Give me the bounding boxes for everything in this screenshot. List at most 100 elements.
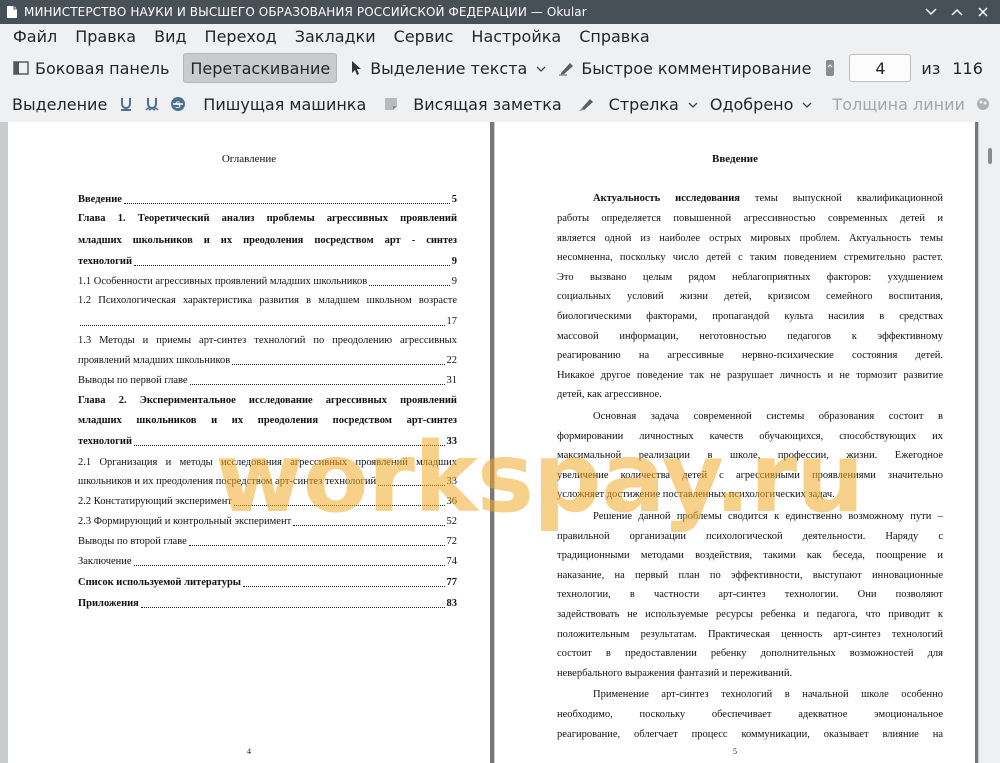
menu-bar: Файл Правка Вид Переход Закладки Сервис …: [0, 24, 1000, 50]
menu-file[interactable]: Файл: [4, 25, 66, 49]
vertical-scrollbar[interactable]: [978, 122, 1000, 763]
body-text-line: невербального выражения фантазий и переж…: [557, 667, 793, 679]
body-text-line: биологическими факторами, пропагандой ку…: [557, 311, 943, 322]
toc-entry[interactable]: Заключение 74: [78, 555, 457, 569]
toc-entry-line: младших школьников и их преодоления поср…: [78, 235, 457, 246]
chevron-down-icon[interactable]: [924, 5, 938, 19]
toc-entry-line: Глава 2. Экспериментальное исследование …: [78, 395, 457, 406]
toc-entry[interactable]: 1.1 Особенности агрессивных проявлений м…: [78, 275, 457, 289]
toc-entry[interactable]: Список используемой литературы 77: [78, 576, 457, 590]
toc-heading: Оглавление: [221, 153, 277, 165]
body-text-line: является одной из наиболее острых мировы…: [557, 232, 943, 244]
document-viewport[interactable]: Оглавление Введение 5 Глава 1. Теоретичес…: [0, 122, 1000, 763]
line-width-button[interactable]: Толщина линии: [826, 89, 971, 119]
squiggle-button[interactable]: [139, 89, 165, 119]
stamp-label: Одобрено: [709, 94, 794, 114]
menu-view[interactable]: Вид: [145, 25, 195, 49]
toc-entry[interactable]: проявлений младших школьников 22: [78, 354, 457, 368]
toc-entry[interactable]: Выводы по первой главе 31: [78, 374, 457, 388]
toc-entry[interactable]: 17: [78, 315, 457, 329]
toc-entry[interactable]: технологий 9: [78, 255, 457, 269]
quick-comment-button[interactable]: Быстрое комментирование: [552, 53, 817, 83]
body-text-line: правильной организации психологической д…: [557, 530, 943, 542]
body-text-line: несомненна, поскольку число детей с таки…: [557, 252, 943, 264]
brush-icon: [578, 95, 596, 113]
toc-entry-line: 2.1 Организация и методы исследования аг…: [78, 457, 457, 468]
body-text-line: детей, как агрессивное.: [557, 389, 662, 401]
body-text-line: реагированию на агрессивные нервно-психи…: [557, 350, 943, 362]
toc-entry[interactable]: Введение 5: [78, 193, 457, 207]
color-button[interactable]: [971, 89, 995, 119]
close-icon[interactable]: [976, 5, 990, 19]
body-text-line: Актуальность исследования темы выпускной…: [593, 193, 943, 204]
sidebar-icon: [12, 59, 30, 77]
body-text-line: Это вызвано целым рядом неблагоприятных …: [557, 271, 943, 283]
body-text-line: Основная задача современной системы обра…: [593, 411, 943, 422]
body-text-line: наказание, на первый план по эффективнос…: [557, 569, 943, 581]
menu-edit[interactable]: Правка: [66, 25, 145, 49]
squiggle-underline-icon: [143, 95, 161, 113]
quick-comment-label: Быстрое комментирование: [581, 58, 812, 78]
sidebar-button[interactable]: Боковая панель: [6, 53, 175, 83]
note-icon: [382, 95, 400, 113]
body-text-line: увеличение количества детей с агрессивны…: [557, 469, 943, 481]
body-text-line: формировании личностных качеств обучающи…: [557, 430, 943, 442]
previous-page-button[interactable]: [817, 53, 843, 83]
drag-mode-label: Перетаскивание: [190, 58, 331, 78]
body-text-line: массовой информации, неготовностью педаг…: [557, 330, 943, 342]
toc-entry[interactable]: Приложения 83: [78, 597, 457, 611]
svg-text:S: S: [175, 101, 181, 111]
chevron-down-icon[interactable]: [688, 98, 698, 111]
toc-entry-line: Глава 1. Теоретический анализ проблемы а…: [78, 213, 457, 224]
chevron-down-icon[interactable]: [536, 62, 546, 75]
page-number: 5: [733, 747, 737, 756]
opacity-button[interactable]: [995, 89, 1000, 119]
menu-bookmarks[interactable]: Закладки: [286, 25, 385, 49]
body-text-line: работы определяется повышенной агрессивн…: [557, 213, 943, 224]
menu-tools[interactable]: Сервис: [385, 25, 463, 49]
stamp-button[interactable]: Одобрено: [704, 89, 819, 119]
menu-go[interactable]: Переход: [196, 25, 286, 49]
underline-button[interactable]: [113, 89, 139, 119]
toc-entry[interactable]: Выводы по второй главе 72: [78, 535, 457, 549]
typewriter-button[interactable]: Пишущая машинка: [197, 89, 372, 119]
text-select-button[interactable]: Выделение текста: [341, 53, 552, 83]
body-text-line: технологии, в частности арт-синтез техно…: [557, 589, 943, 601]
toc-entry[interactable]: 2.3 Формирующий и контрольный эксперимен…: [78, 515, 457, 529]
intro-heading: Введение: [711, 153, 759, 165]
total-pages: 116: [952, 58, 983, 78]
document-page-4: Оглавление Введение 5 Глава 1. Теоретичес…: [8, 122, 490, 763]
body-text-line: традиционными методами воздействия, таки…: [557, 550, 943, 562]
drag-mode-button[interactable]: Перетаскивание: [183, 53, 338, 83]
menu-settings[interactable]: Настройка: [462, 25, 570, 49]
underline-icon: [117, 95, 135, 113]
body-text-line: Никакое другое поведение так не разрушае…: [557, 369, 943, 381]
scrollbar-thumb[interactable]: [988, 148, 992, 164]
page-shadow: [490, 122, 494, 763]
pen-icon: [558, 59, 576, 77]
toc-entry-line: младших школьников и их преодоления поср…: [78, 415, 457, 426]
chevron-up-icon[interactable]: [950, 5, 964, 19]
strikeout-icon: S: [169, 95, 187, 113]
body-text-line: Решение данной проблемы сводится к единс…: [593, 511, 943, 522]
note-label: Висящая заметка: [413, 94, 562, 114]
page-number-input[interactable]: [849, 54, 912, 82]
page-number: 4: [247, 747, 251, 756]
document-page-5: Введение Актуальность исследования темы …: [495, 122, 975, 763]
toc-entry[interactable]: школьников и их преодоления посредством …: [78, 475, 457, 489]
note-button[interactable]: Висящая заметка: [376, 89, 567, 119]
typewriter-label: Пишущая машинка: [203, 94, 367, 114]
toc-entry[interactable]: технологий 33: [78, 435, 457, 449]
highlight-button[interactable]: Выделение: [6, 89, 113, 119]
toc-entry[interactable]: 2.2 Констатирующий эксперимент 36: [78, 495, 457, 509]
body-text-line: положительным результатам. Практическая …: [557, 628, 943, 640]
body-text-line: задействовать не используемые ресурсы ре…: [557, 609, 943, 620]
strikeout-button[interactable]: S: [165, 89, 191, 119]
body-text-line: социальных условий жизни детей, кризисом…: [557, 291, 943, 303]
color-palette-icon: [974, 95, 992, 113]
menu-help[interactable]: Справка: [570, 25, 659, 49]
arrow-button[interactable]: Стрелка: [572, 89, 704, 119]
chevron-down-icon[interactable]: [802, 98, 812, 111]
line-width-label: Толщина линии: [832, 94, 965, 114]
text-select-label: Выделение текста: [370, 58, 528, 78]
